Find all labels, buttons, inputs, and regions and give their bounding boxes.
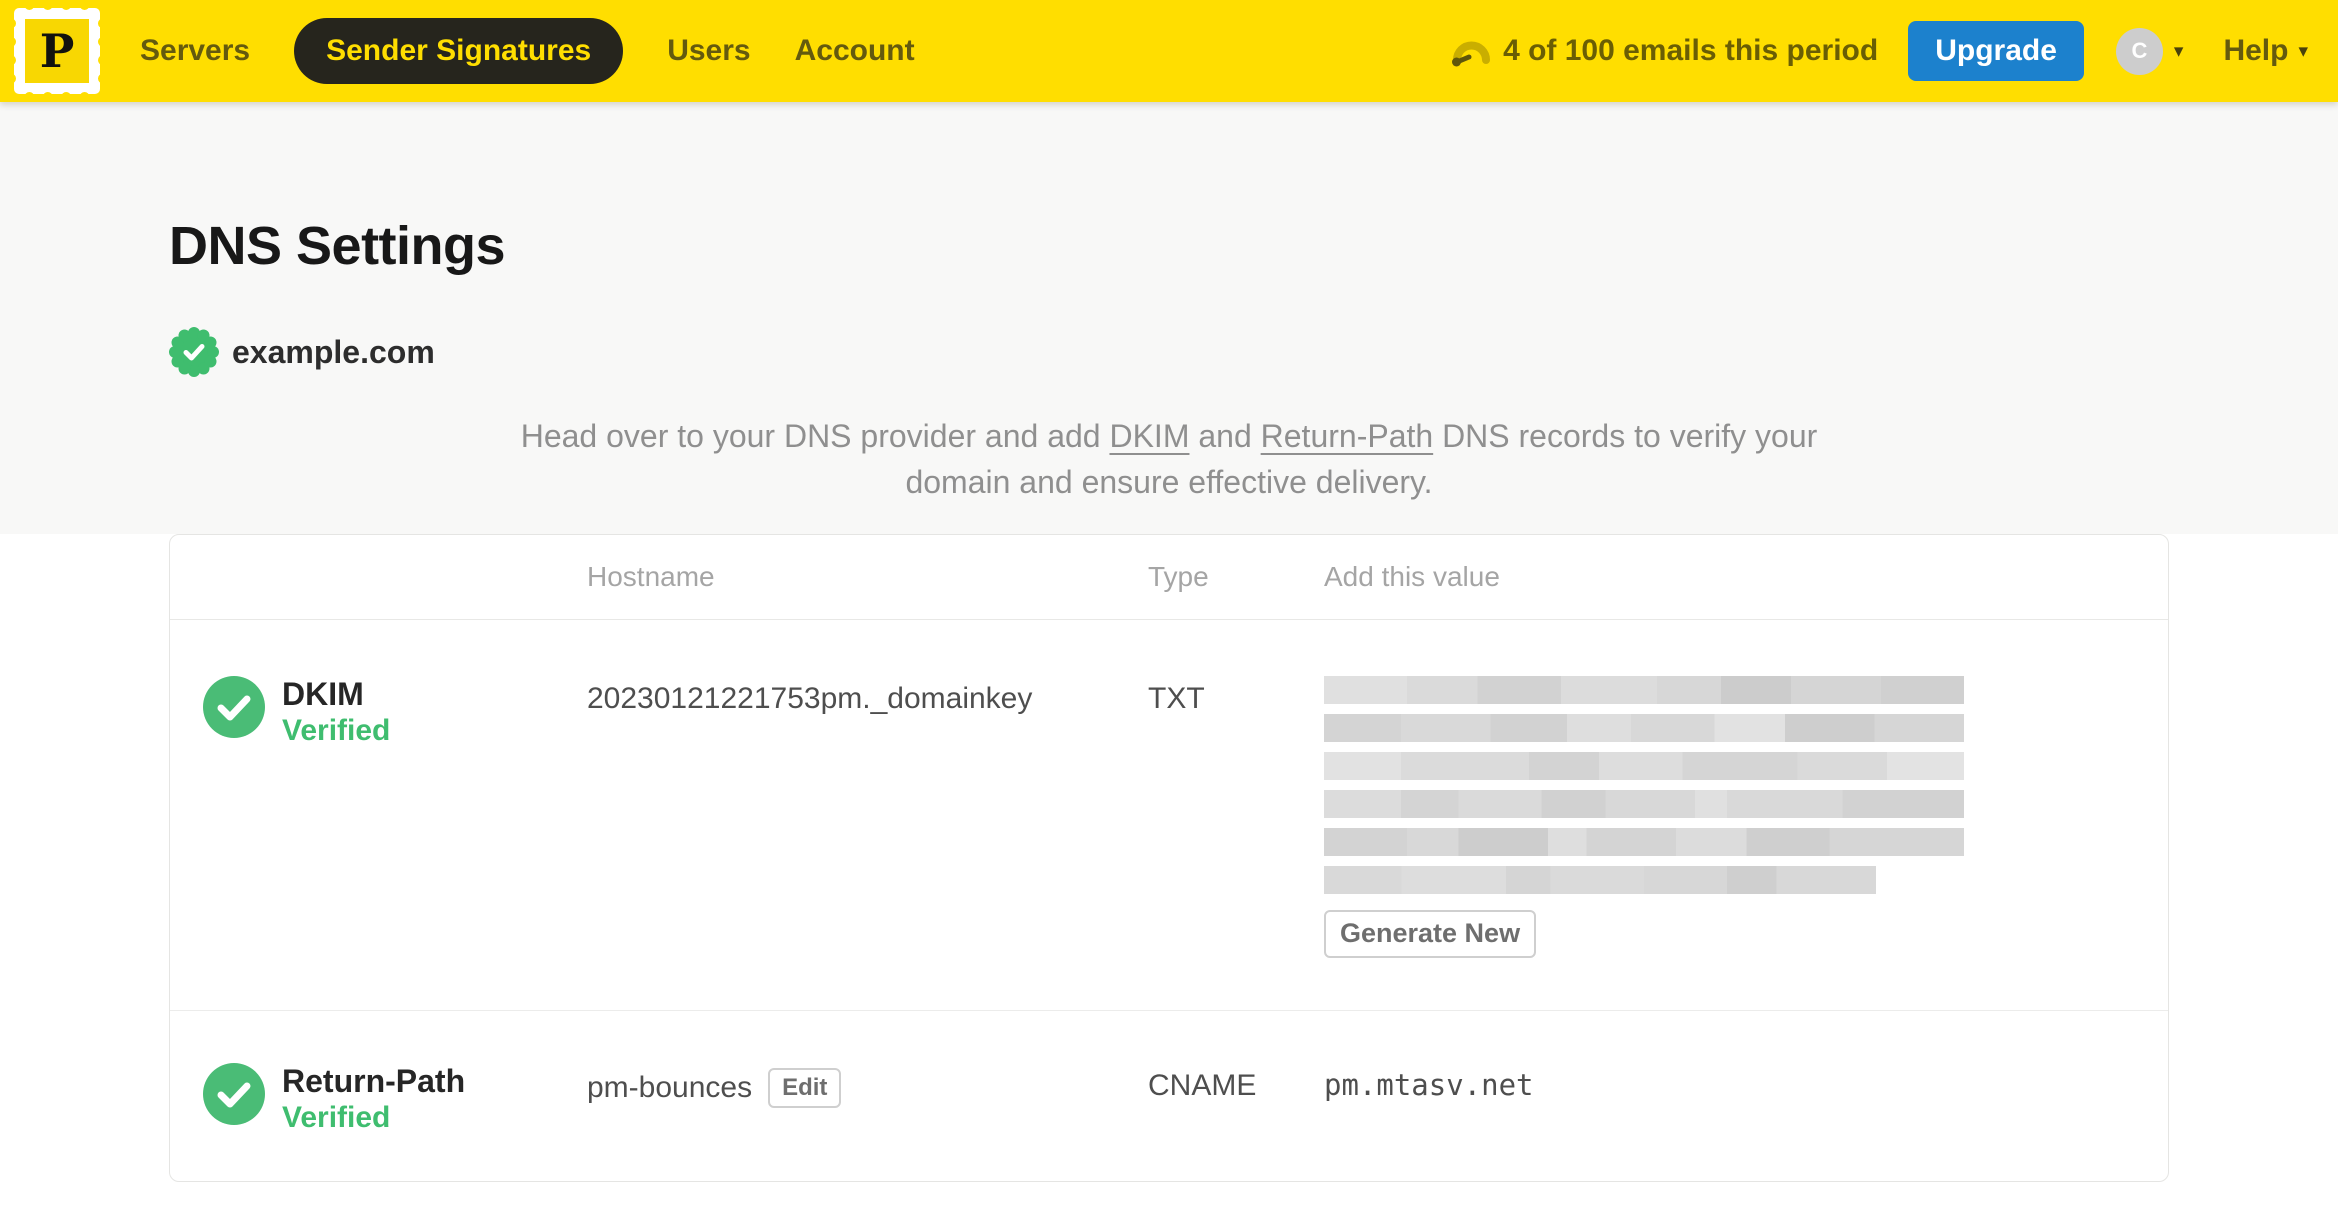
description-text: and — [1189, 418, 1261, 454]
verified-seal-icon — [169, 327, 219, 377]
redacted-dns-value — [1324, 676, 1964, 894]
redacted-line — [1324, 828, 1964, 856]
column-header-type: Type — [1148, 561, 1209, 592]
dkim-link[interactable]: DKIM — [1109, 418, 1189, 454]
check-circle-icon — [203, 1062, 265, 1125]
nav-item-users[interactable]: Users — [667, 34, 750, 68]
redacted-line — [1324, 714, 1964, 742]
record-name: Return-Path — [282, 1062, 466, 1099]
record-status: Verified — [282, 1100, 391, 1134]
usage-meter: 4 of 100 emails this period — [1450, 34, 1878, 68]
navbar-right: 4 of 100 emails this period Upgrade C ▾ … — [1450, 21, 2308, 81]
redacted-line — [1324, 866, 1876, 894]
dkim-hostname: 20230121221753pm._domainkey — [587, 682, 1033, 715]
redacted-line — [1324, 752, 1964, 780]
postmark-logo[interactable]: P — [6, 0, 108, 102]
return-path-value: pm.mtasv.net — [1324, 1067, 1534, 1102]
column-header-hostname: Hostname — [587, 561, 715, 592]
page-title: DNS Settings — [169, 216, 506, 276]
table-header-row: Hostname Type Add this value — [170, 535, 2168, 620]
table-row-dkim: DKIM Verified 20230121221753pm._domainke… — [170, 620, 2168, 1010]
record-name: DKIM — [282, 676, 364, 712]
return-path-type: CNAME — [1148, 1068, 1257, 1102]
verified-domain: example.com — [169, 327, 2169, 377]
record-status: Verified — [282, 714, 391, 747]
redacted-line — [1324, 790, 1964, 818]
primary-nav: Servers Sender Signatures Users Account — [140, 18, 915, 84]
chevron-down-icon: ▾ — [2298, 40, 2308, 62]
nav-item-sender-signatures[interactable]: Sender Signatures — [294, 18, 624, 84]
nav-item-servers[interactable]: Servers — [140, 34, 250, 68]
dkim-value-cell: Generate New — [1324, 676, 2168, 958]
return-path-hostname-cell: pm-bounces Edit — [587, 1067, 1148, 1109]
dkim-type: TXT — [1148, 682, 1205, 715]
table-row-return-path: Return-Path Verified pm-bounces Edit CNA… — [170, 1009, 2168, 1181]
return-path-status-cell: Return-Path Verified — [170, 1062, 587, 1135]
top-navbar: P Servers Sender Signatures Users Accoun… — [0, 0, 2338, 102]
dns-records-section: Hostname Type Add this value DKIM Verifi… — [0, 534, 2338, 1221]
postmark-logo-letter: P — [25, 19, 89, 83]
check-circle-icon — [203, 676, 265, 738]
avatar[interactable]: C — [2115, 27, 2163, 75]
help-menu[interactable]: Help ▾ — [2223, 34, 2308, 68]
generate-new-button[interactable]: Generate New — [1324, 910, 1537, 958]
return-path-link[interactable]: Return-Path — [1261, 418, 1434, 454]
return-path-hostname: pm-bounces — [587, 1070, 753, 1104]
page-description: Head over to your DNS provider and add D… — [519, 413, 1819, 505]
nav-item-account[interactable]: Account — [795, 34, 915, 68]
usage-text: 4 of 100 emails this period — [1503, 34, 1879, 67]
dns-records-card: Hostname Type Add this value DKIM Verifi… — [169, 534, 2169, 1182]
account-menu[interactable]: C ▾ — [2115, 27, 2184, 75]
column-header-value: Add this value — [1324, 561, 1500, 592]
chevron-down-icon: ▾ — [2173, 40, 2184, 62]
edit-button[interactable]: Edit — [768, 1067, 842, 1109]
bottom-spacer — [0, 1181, 2338, 1221]
dkim-status-cell: DKIM Verified — [170, 676, 587, 748]
redacted-line — [1324, 676, 1964, 704]
domain-name: example.com — [232, 333, 435, 370]
help-label: Help — [2223, 34, 2289, 67]
gauge-icon — [1452, 41, 1491, 67]
description-text: Head over to your DNS provider and add — [520, 418, 1110, 454]
upgrade-button[interactable]: Upgrade — [1908, 21, 2084, 81]
